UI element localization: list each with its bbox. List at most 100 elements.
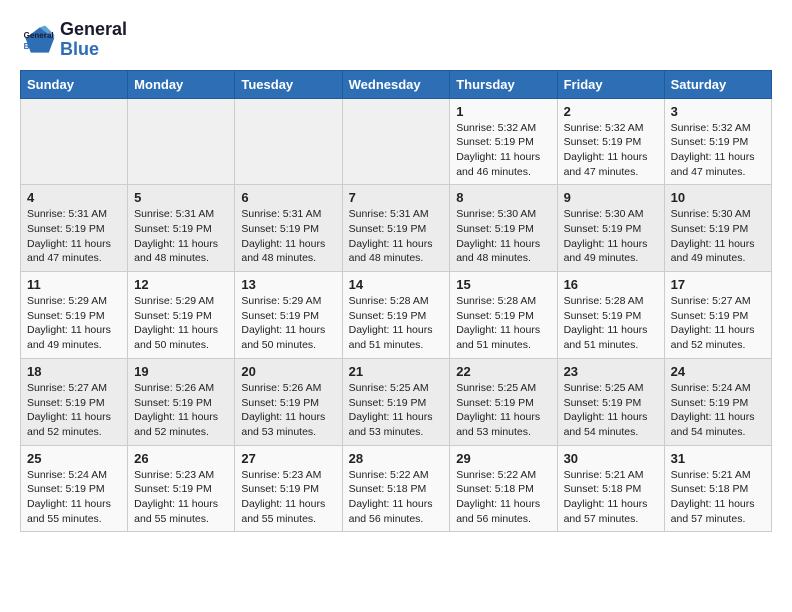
calendar-cell: 3Sunrise: 5:32 AM Sunset: 5:19 PM Daylig… bbox=[664, 98, 771, 185]
day-number: 11 bbox=[27, 277, 121, 292]
calendar-cell: 26 Sunrise: 5:23 AM Sunset: 5:19 PM Dayli… bbox=[128, 445, 235, 532]
day-info: Sunrise: 5:31 AM Sunset: 5:19 PM Dayligh… bbox=[241, 207, 335, 266]
calendar-cell: 18 Sunrise: 5:27 AM Sunset: 5:19 PM Dayli… bbox=[21, 358, 128, 445]
weekday-header-sunday: Sunday bbox=[21, 70, 128, 98]
calendar-cell: 6 Sunrise: 5:31 AM Sunset: 5:19 PM Daylig… bbox=[235, 185, 342, 272]
calendar-cell: 27Sunrise: 5:23 AM Sunset: 5:19 PM Dayli… bbox=[235, 445, 342, 532]
day-number: 6 bbox=[241, 190, 335, 205]
day-number: 28 bbox=[349, 451, 444, 466]
calendar-cell: 8 Sunrise: 5:30 AM Sunset: 5:19 PM Daylig… bbox=[450, 185, 557, 272]
calendar-cell: 11 Sunrise: 5:29 AM Sunset: 5:19 PM Dayli… bbox=[21, 272, 128, 359]
day-info: Sunrise: 5:29 AM Sunset: 5:19 PM Dayligh… bbox=[241, 294, 335, 353]
day-info: Sunrise: 5:25 AM Sunset: 5:19 PM Dayligh… bbox=[349, 381, 444, 440]
day-number: 27 bbox=[241, 451, 335, 466]
day-number: 12 bbox=[134, 277, 228, 292]
day-number: 1 bbox=[456, 104, 550, 119]
day-info: Sunrise: 5:30 AM Sunset: 5:19 PM Dayligh… bbox=[564, 207, 658, 266]
day-info: Sunrise: 5:22 AM Sunset: 5:18 PM Dayligh… bbox=[456, 468, 550, 527]
day-number: 8 bbox=[456, 190, 550, 205]
day-number: 26 bbox=[134, 451, 228, 466]
weekday-header-thursday: Thursday bbox=[450, 70, 557, 98]
day-info: Sunrise: 5:28 AM Sunset: 5:19 PM Dayligh… bbox=[349, 294, 444, 353]
day-info: Sunrise: 5:31 AM Sunset: 5:19 PM Dayligh… bbox=[27, 207, 121, 266]
weekday-header-monday: Monday bbox=[128, 70, 235, 98]
day-info: Sunrise: 5:29 AM Sunset: 5:19 PM Dayligh… bbox=[27, 294, 121, 353]
day-info: Sunrise: 5:21 AM Sunset: 5:18 PM Dayligh… bbox=[671, 468, 765, 527]
day-info: Sunrise: 5:25 AM Sunset: 5:19 PM Dayligh… bbox=[564, 381, 658, 440]
weekday-header-wednesday: Wednesday bbox=[342, 70, 450, 98]
calendar-week-row: 4 Sunrise: 5:31 AM Sunset: 5:19 PM Daylig… bbox=[21, 185, 772, 272]
calendar-cell: 14 Sunrise: 5:28 AM Sunset: 5:19 PM Dayli… bbox=[342, 272, 450, 359]
calendar-cell: 17 Sunrise: 5:27 AM Sunset: 5:19 PM Dayli… bbox=[664, 272, 771, 359]
calendar-cell: 15 Sunrise: 5:28 AM Sunset: 5:19 PM Dayli… bbox=[450, 272, 557, 359]
day-number: 18 bbox=[27, 364, 121, 379]
day-info: Sunrise: 5:26 AM Sunset: 5:19 PM Dayligh… bbox=[241, 381, 335, 440]
calendar-cell: 5 Sunrise: 5:31 AM Sunset: 5:19 PM Daylig… bbox=[128, 185, 235, 272]
svg-text:Blue: Blue bbox=[24, 42, 42, 51]
day-number: 19 bbox=[134, 364, 228, 379]
calendar-cell: 4 Sunrise: 5:31 AM Sunset: 5:19 PM Daylig… bbox=[21, 185, 128, 272]
calendar-cell: 7Sunrise: 5:31 AM Sunset: 5:19 PM Daylig… bbox=[342, 185, 450, 272]
day-info: Sunrise: 5:27 AM Sunset: 5:19 PM Dayligh… bbox=[27, 381, 121, 440]
day-info: Sunrise: 5:23 AM Sunset: 5:19 PM Dayligh… bbox=[134, 468, 228, 527]
day-info: Sunrise: 5:32 AM Sunset: 5:19 PM Dayligh… bbox=[456, 121, 550, 180]
day-number: 2 bbox=[564, 104, 658, 119]
day-number: 13 bbox=[241, 277, 335, 292]
calendar-week-row: 25 Sunrise: 5:24 AM Sunset: 5:19 PM Dayli… bbox=[21, 445, 772, 532]
logo-icon: General Blue bbox=[20, 22, 56, 58]
calendar-cell: 30 Sunrise: 5:21 AM Sunset: 5:18 PM Dayli… bbox=[557, 445, 664, 532]
day-number: 17 bbox=[671, 277, 765, 292]
day-info: Sunrise: 5:28 AM Sunset: 5:19 PM Dayligh… bbox=[456, 294, 550, 353]
day-info: Sunrise: 5:24 AM Sunset: 5:19 PM Dayligh… bbox=[671, 381, 765, 440]
day-info: Sunrise: 5:30 AM Sunset: 5:19 PM Dayligh… bbox=[456, 207, 550, 266]
day-number: 5 bbox=[134, 190, 228, 205]
day-number: 24 bbox=[671, 364, 765, 379]
day-number: 20 bbox=[241, 364, 335, 379]
calendar-cell: 31 Sunrise: 5:21 AM Sunset: 5:18 PM Dayli… bbox=[664, 445, 771, 532]
day-number: 31 bbox=[671, 451, 765, 466]
day-info: Sunrise: 5:31 AM Sunset: 5:19 PM Dayligh… bbox=[134, 207, 228, 266]
calendar-cell: 19Sunrise: 5:26 AM Sunset: 5:19 PM Dayli… bbox=[128, 358, 235, 445]
calendar-table: SundayMondayTuesdayWednesdayThursdayFrid… bbox=[20, 70, 772, 533]
calendar-cell: 22 Sunrise: 5:25 AM Sunset: 5:19 PM Dayli… bbox=[450, 358, 557, 445]
day-number: 4 bbox=[27, 190, 121, 205]
calendar-cell: 1 Sunrise: 5:32 AM Sunset: 5:19 PM Daylig… bbox=[450, 98, 557, 185]
day-number: 30 bbox=[564, 451, 658, 466]
weekday-header-friday: Friday bbox=[557, 70, 664, 98]
day-number: 10 bbox=[671, 190, 765, 205]
day-info: Sunrise: 5:25 AM Sunset: 5:19 PM Dayligh… bbox=[456, 381, 550, 440]
day-info: Sunrise: 5:31 AM Sunset: 5:19 PM Dayligh… bbox=[349, 207, 444, 266]
day-number: 14 bbox=[349, 277, 444, 292]
day-number: 15 bbox=[456, 277, 550, 292]
day-info: Sunrise: 5:27 AM Sunset: 5:19 PM Dayligh… bbox=[671, 294, 765, 353]
day-info: Sunrise: 5:22 AM Sunset: 5:18 PM Dayligh… bbox=[349, 468, 444, 527]
day-number: 25 bbox=[27, 451, 121, 466]
day-number: 9 bbox=[564, 190, 658, 205]
day-info: Sunrise: 5:29 AM Sunset: 5:19 PM Dayligh… bbox=[134, 294, 228, 353]
day-number: 16 bbox=[564, 277, 658, 292]
weekday-header-saturday: Saturday bbox=[664, 70, 771, 98]
calendar-cell: 16 Sunrise: 5:28 AM Sunset: 5:19 PM Dayli… bbox=[557, 272, 664, 359]
day-number: 22 bbox=[456, 364, 550, 379]
svg-text:General: General bbox=[24, 31, 54, 40]
day-info: Sunrise: 5:32 AM Sunset: 5:19 PM Dayligh… bbox=[671, 121, 765, 180]
day-number: 21 bbox=[349, 364, 444, 379]
calendar-cell: 24 Sunrise: 5:24 AM Sunset: 5:19 PM Dayli… bbox=[664, 358, 771, 445]
calendar-cell bbox=[342, 98, 450, 185]
calendar-cell: 13 Sunrise: 5:29 AM Sunset: 5:19 PM Dayli… bbox=[235, 272, 342, 359]
calendar-cell: 28 Sunrise: 5:22 AM Sunset: 5:18 PM Dayli… bbox=[342, 445, 450, 532]
page-header: General Blue General Blue bbox=[20, 20, 772, 60]
logo-text-general: General bbox=[60, 20, 127, 40]
day-info: Sunrise: 5:21 AM Sunset: 5:18 PM Dayligh… bbox=[564, 468, 658, 527]
day-info: Sunrise: 5:30 AM Sunset: 5:19 PM Dayligh… bbox=[671, 207, 765, 266]
weekday-header-tuesday: Tuesday bbox=[235, 70, 342, 98]
calendar-cell bbox=[235, 98, 342, 185]
day-info: Sunrise: 5:28 AM Sunset: 5:19 PM Dayligh… bbox=[564, 294, 658, 353]
logo: General Blue General Blue bbox=[20, 20, 127, 60]
day-info: Sunrise: 5:32 AM Sunset: 5:19 PM Dayligh… bbox=[564, 121, 658, 180]
calendar-header-row: SundayMondayTuesdayWednesdayThursdayFrid… bbox=[21, 70, 772, 98]
day-info: Sunrise: 5:24 AM Sunset: 5:19 PM Dayligh… bbox=[27, 468, 121, 527]
day-number: 29 bbox=[456, 451, 550, 466]
calendar-cell: 25 Sunrise: 5:24 AM Sunset: 5:19 PM Dayli… bbox=[21, 445, 128, 532]
calendar-week-row: 1 Sunrise: 5:32 AM Sunset: 5:19 PM Daylig… bbox=[21, 98, 772, 185]
